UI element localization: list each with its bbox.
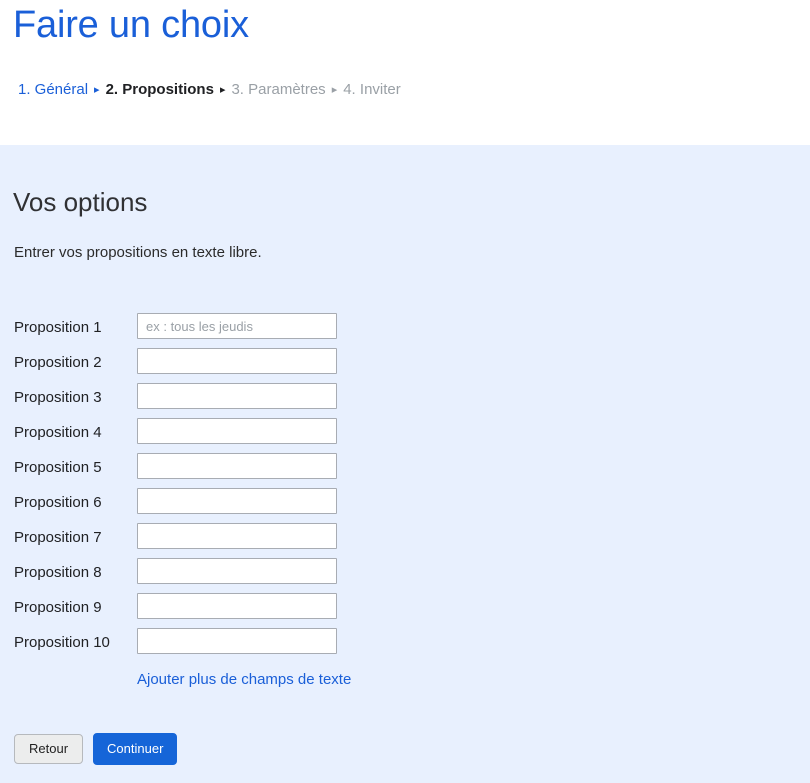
proposition-input-8[interactable] [137, 558, 337, 584]
proposition-row: Proposition 3 [0, 383, 400, 418]
proposition-input-6[interactable] [137, 488, 337, 514]
breadcrumb-separator-icon: ▸ [219, 84, 226, 96]
breadcrumb-step-4[interactable]: 4. Inviter [343, 80, 401, 100]
proposition-label-8: Proposition 8 [14, 564, 102, 581]
breadcrumb-step-2: 2. Propositions [105, 81, 214, 98]
proposition-input-4[interactable] [137, 418, 337, 444]
proposition-row: Proposition 8 [0, 558, 400, 593]
form-actions: Retour Continuer [14, 733, 178, 765]
breadcrumb-step-3[interactable]: 3. Paramètres [231, 80, 325, 100]
proposition-input-9[interactable] [137, 593, 337, 619]
breadcrumb-separator-icon: ▸ [94, 84, 100, 96]
proposition-label-2: Proposition 2 [14, 354, 102, 371]
page-header: Faire un choix 1. Général ▸ 2. Proposition… [0, 0, 810, 145]
proposition-label-10: Proposition 10 [14, 634, 110, 651]
proposition-row: Proposition 9 [0, 593, 400, 628]
proposition-label-5: Proposition 5 [14, 459, 102, 476]
proposition-row: Proposition 6 [0, 488, 400, 523]
propositions-form: Proposition 1 Proposition 2 Proposition 3 P… [0, 313, 400, 663]
proposition-input-7[interactable] [137, 523, 337, 549]
add-more-fields-link[interactable]: Ajouter plus de champs de texte [137, 670, 351, 690]
proposition-row: Proposition 7 [0, 523, 400, 558]
proposition-label-6: Proposition 6 [14, 494, 102, 511]
proposition-label-3: Proposition 3 [14, 389, 102, 406]
main-content: Vos options Entrer vos propositions en t… [0, 145, 810, 783]
section-description: Entrer vos propositions en texte libre. [14, 244, 262, 261]
proposition-row: Proposition 4 [0, 418, 400, 453]
proposition-row: Proposition 5 [0, 453, 400, 488]
proposition-input-3[interactable] [137, 383, 337, 409]
breadcrumb: 1. Général ▸ 2. Propositions ▸ 3. Paramètres… [18, 80, 401, 101]
proposition-row: Proposition 2 [0, 348, 400, 383]
page-title: Faire un choix [13, 4, 249, 46]
proposition-label-9: Proposition 9 [14, 599, 102, 616]
page-root: Faire un choix 1. Général ▸ 2. Proposition… [0, 0, 810, 783]
proposition-row: Proposition 1 [0, 313, 400, 348]
proposition-input-2[interactable] [137, 348, 337, 374]
proposition-input-10[interactable] [137, 628, 337, 654]
section-title: Vos options [13, 187, 148, 217]
proposition-input-5[interactable] [137, 453, 337, 479]
proposition-label-4: Proposition 4 [14, 424, 102, 441]
breadcrumb-step-1[interactable]: 1. Général [18, 80, 88, 100]
proposition-row: Proposition 10 [0, 628, 400, 663]
proposition-label-1: Proposition 1 [14, 319, 102, 336]
breadcrumb-separator-icon: ▸ [331, 84, 338, 96]
continue-button[interactable]: Continuer [93, 733, 178, 765]
proposition-label-7: Proposition 7 [14, 529, 102, 546]
proposition-input-1[interactable] [137, 313, 337, 339]
back-button[interactable]: Retour [14, 734, 84, 764]
